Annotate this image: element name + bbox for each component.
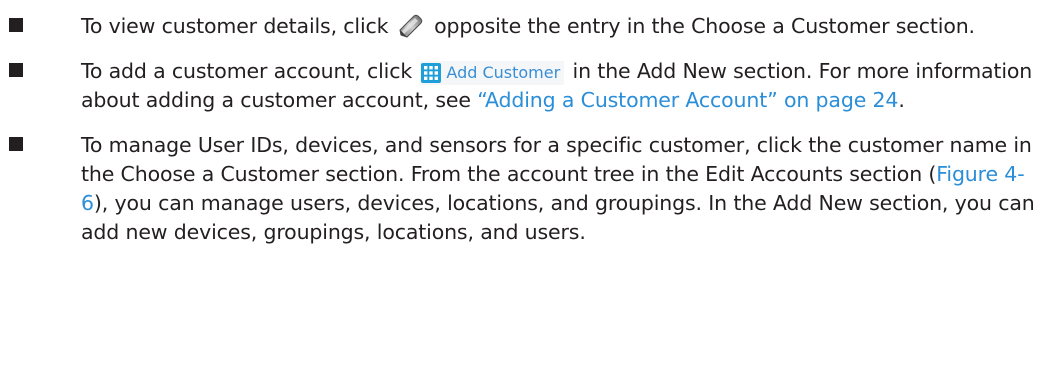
- instruction-list: To view customer details, click opposite…: [0, 12, 1059, 263]
- bullet-text-after: .: [898, 88, 905, 112]
- square-bullet-icon: [9, 137, 23, 151]
- square-bullet-icon: [9, 18, 23, 32]
- bullet-text-before: To view customer details, click: [81, 14, 395, 38]
- document-page: To view customer details, click opposite…: [0, 0, 1059, 385]
- list-item-manage-customer: To manage User IDs, devices, and sensors…: [0, 131, 1059, 247]
- list-item-view-customer-details: To view customer details, click opposite…: [0, 12, 1059, 41]
- list-item-add-customer: To add a customer account, click Add Cus…: [0, 57, 1059, 115]
- grid-icon: [421, 63, 442, 83]
- bullet-text-after: opposite the entry in the Choose a Custo…: [427, 14, 975, 38]
- add-customer-button[interactable]: Add Customer: [420, 61, 565, 85]
- add-customer-label: Add Customer: [446, 63, 561, 82]
- pencil-edit-icon[interactable]: [396, 14, 426, 38]
- bullet-text-after: ), you can manage users, devices, locati…: [81, 191, 1035, 244]
- adding-customer-account-link[interactable]: “Adding a Customer Account” on page 24: [477, 88, 898, 112]
- bullet-text-before: To manage User IDs, devices, and sensors…: [81, 133, 1032, 186]
- square-bullet-icon: [9, 63, 23, 77]
- bullet-text-before: To add a customer account, click: [81, 59, 419, 83]
